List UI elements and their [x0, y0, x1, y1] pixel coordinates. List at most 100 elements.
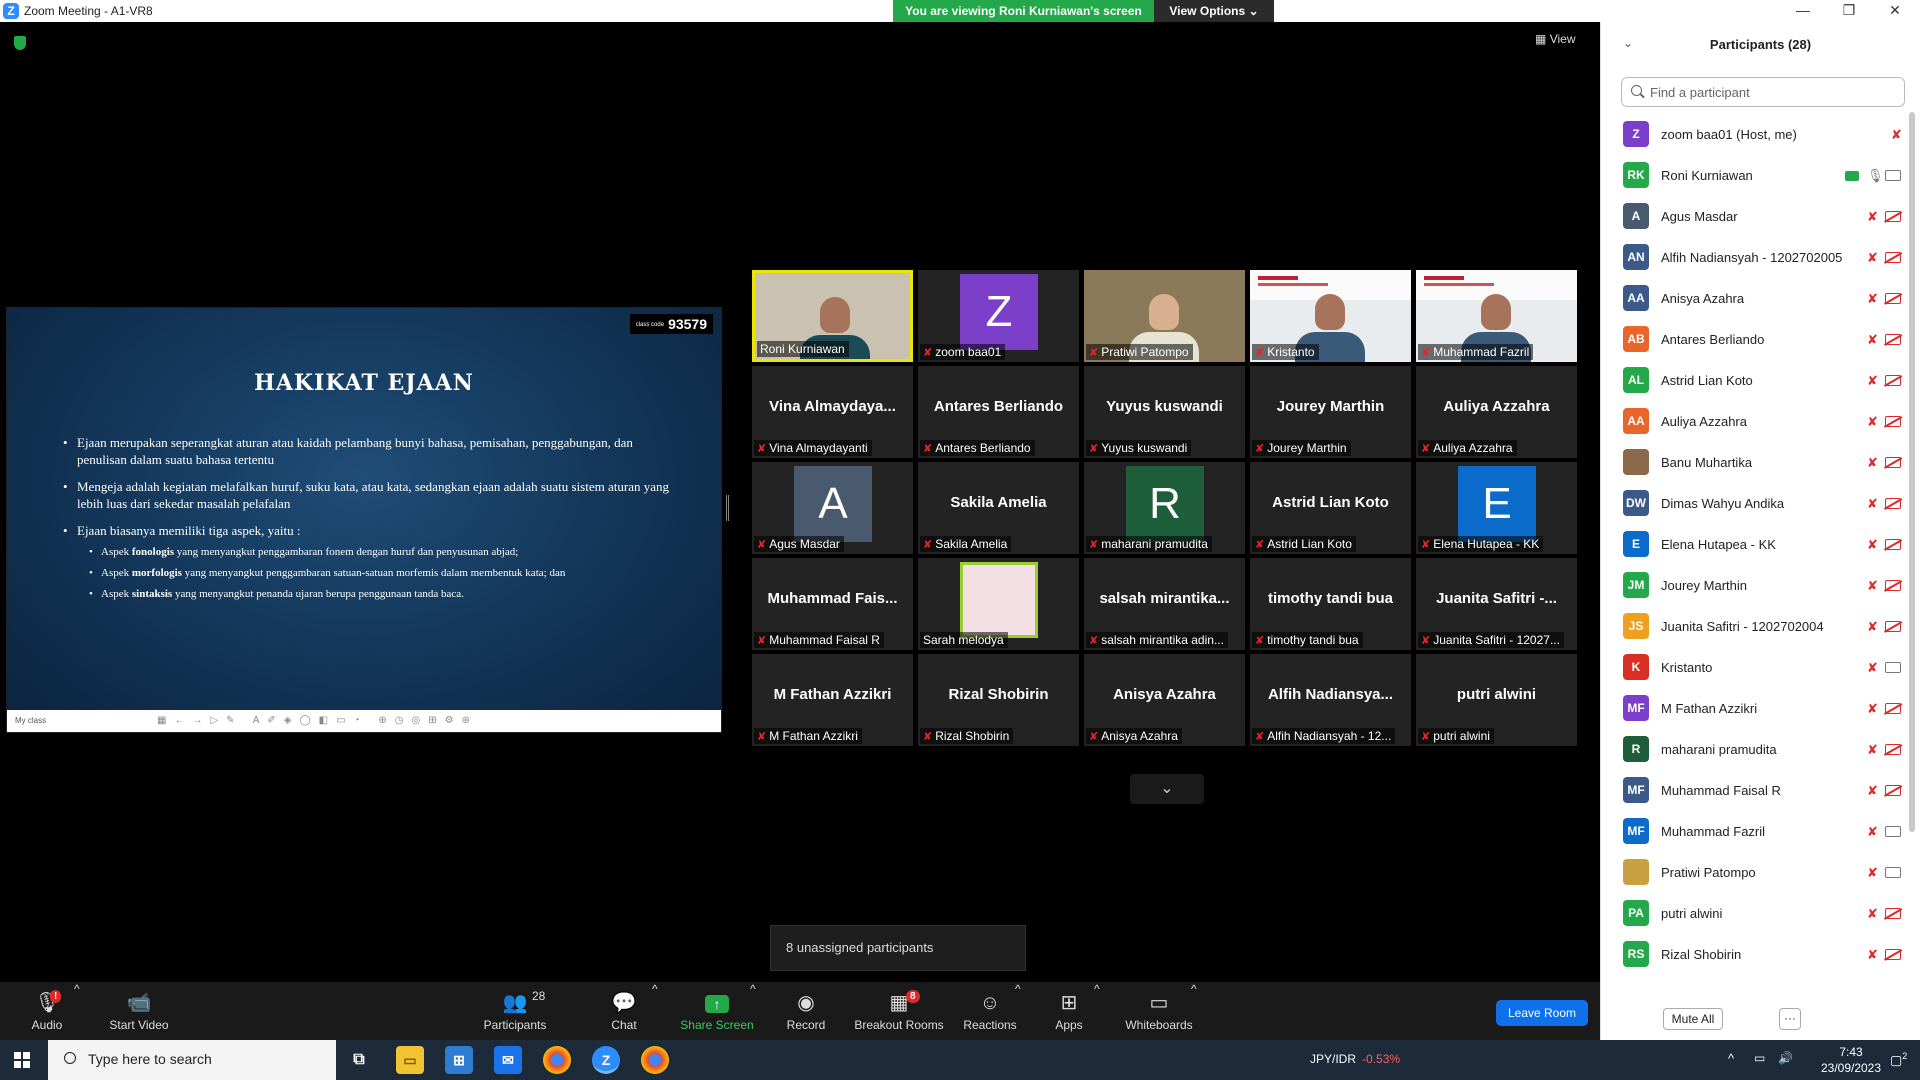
view-button[interactable]: ▦ View [1535, 32, 1575, 46]
unassigned-participants-toast[interactable]: 8 unassigned participants [770, 925, 1026, 971]
chrome-profile-icon[interactable] [641, 1046, 669, 1074]
reactions-button[interactable]: ☺ Reactions [962, 982, 1018, 1040]
apps-options-caret[interactable]: ^ [1094, 982, 1100, 1040]
view-options-button[interactable]: View Options ⌄ [1154, 0, 1274, 22]
splitter-handle[interactable] [726, 495, 729, 521]
participant-list: Zzoom baa01 (Host, me) ✘ RK Roni Kurniawan 🎙… [1601, 114, 1911, 1004]
zoom-taskbar-icon[interactable]: Z [592, 1046, 620, 1074]
participants-panel-header: ⌄ Participants (28) [1601, 22, 1920, 66]
audio-options-caret[interactable]: ^ [74, 982, 80, 1040]
chat-options-caret[interactable]: ^ [652, 982, 658, 1040]
fx-widget[interactable]: JPY/IDR -0.53% [1310, 1052, 1400, 1066]
video-tile[interactable]: Rizal Shobirin ✘ Rizal Shobirin [918, 654, 1079, 746]
participant-row[interactable]: A Agus Masdar ✘ [1601, 196, 1911, 237]
microsoft-store-icon[interactable]: ⊞ [445, 1046, 473, 1074]
start-video-button[interactable]: 📹 Start Video [104, 982, 174, 1040]
volume-icon[interactable]: 🔊 [1778, 1051, 1793, 1065]
participant-row[interactable]: Pratiwi Patompo ✘ [1601, 852, 1911, 893]
video-tile[interactable]: A ✘ Agus Masdar [752, 462, 913, 554]
chrome-icon[interactable] [543, 1046, 571, 1074]
panel-scrollbar[interactable] [1909, 112, 1915, 832]
video-tile[interactable]: Alfih Nadiansya... ✘ Alfih Nadiansyah - 12… [1250, 654, 1411, 746]
leave-room-button[interactable]: Leave Room [1496, 1000, 1588, 1026]
video-tile[interactable]: E ✘ Elena Hutapea - KK [1416, 462, 1577, 554]
participant-row[interactable]: DW Dimas Wahyu Andika ✘ [1601, 483, 1911, 524]
apps-button[interactable]: ⊞ Apps [1054, 982, 1084, 1040]
participant-row[interactable]: MF Muhammad Faisal R ✘ [1601, 770, 1911, 811]
participant-row[interactable]: E Elena Hutapea - KK ✘ [1601, 524, 1911, 565]
minimize-button[interactable]: — [1780, 0, 1826, 22]
taskbar-search-input[interactable]: Type here to search [48, 1040, 336, 1080]
shared-screen[interactable]: class code93579 HAKIKAT EJAAN Ejaan meru… [6, 307, 722, 733]
participant-row[interactable]: K Kristanto ✘ [1601, 647, 1911, 688]
annotation-tools-icons[interactable]: ▦←→▷✎ A✐◈◯◧▭◔ ⊕◷◎⊞⚙⊛ [157, 715, 478, 726]
find-participant-input[interactable]: Find a participant [1621, 77, 1905, 107]
video-tile[interactable]: Vina Almaydaya... ✘ Vina Almaydayanti [752, 366, 913, 458]
video-tile[interactable]: putri alwini ✘ putri alwini [1416, 654, 1577, 746]
video-tile[interactable]: Sarah melodya [918, 558, 1079, 650]
video-tile[interactable]: ✘ Muhammad Fazril [1416, 270, 1577, 362]
participant-row[interactable]: Rmaharani pramudita ✘ [1601, 729, 1911, 770]
video-tile[interactable]: Jourey Marthin ✘ Jourey Marthin [1250, 366, 1411, 458]
participant-row[interactable]: Zzoom baa01 (Host, me) ✘ [1601, 114, 1911, 155]
audio-button[interactable]: 🎙 ! Audio [22, 982, 72, 1040]
tray-chevron-up-icon[interactable]: ^ [1728, 1051, 1734, 1066]
file-explorer-icon[interactable]: ▭ [396, 1046, 424, 1074]
video-tile[interactable]: Muhammad Fais... ✘ Muhammad Faisal R [752, 558, 913, 650]
video-tile[interactable]: R ✘ maharani pramudita [1084, 462, 1245, 554]
share-options-caret[interactable]: ^ [750, 982, 756, 1040]
reactions-options-caret[interactable]: ^ [1015, 982, 1021, 1040]
more-options-button[interactable]: ··· [1779, 1008, 1801, 1030]
participant-row[interactable]: JM Jourey Marthin ✘ [1601, 565, 1911, 606]
participant-row[interactable]: AL Astrid Lian Koto ✘ [1601, 360, 1911, 401]
whiteboards-button[interactable]: ▭ Whiteboards [1124, 982, 1194, 1040]
video-tile[interactable]: Juanita Safitri -... ✘ Juanita Safitri - 1… [1416, 558, 1577, 650]
mic-muted-icon: ✘ [923, 539, 933, 551]
video-tile[interactable]: Sakila Amelia ✘ Sakila Amelia [918, 462, 1079, 554]
chat-button[interactable]: 💬 Chat [604, 982, 644, 1040]
network-icon[interactable]: ▭ [1754, 1051, 1765, 1065]
participant-row[interactable]: PA putri alwini ✘ [1601, 893, 1911, 934]
video-tile[interactable]: timothy tandi bua ✘ timothy tandi bua [1250, 558, 1411, 650]
mic-muted-icon: ✘ [923, 731, 933, 743]
mic-muted-icon: ✘ [1891, 126, 1902, 142]
mail-icon[interactable]: ✉ [494, 1046, 522, 1074]
clock[interactable]: 7:43 23/09/2023 [1816, 1044, 1886, 1076]
video-tile[interactable]: Z ✘ zoom baa01 [918, 270, 1079, 362]
slide-sub-bullet: Aspek fonologis yang menyangkut penggamb… [89, 545, 629, 560]
notification-icon[interactable]: ▢2 [1890, 1051, 1907, 1068]
participant-row[interactable]: AB Antares Berliando ✘ [1601, 319, 1911, 360]
video-tile[interactable]: ✘ Pratiwi Patompo [1084, 270, 1245, 362]
video-tile[interactable]: Auliya Azzahra ✘ Auliya Azzahra [1416, 366, 1577, 458]
participant-row[interactable]: Banu Muhartika ✘ [1601, 442, 1911, 483]
video-tile[interactable]: Antares Berliando ✘ Antares Berliando [918, 366, 1079, 458]
participants-button[interactable]: 👥 28 Participants [478, 982, 552, 1040]
whiteboards-options-caret[interactable]: ^ [1191, 982, 1197, 1040]
task-view-icon[interactable]: ⧉ [345, 1046, 373, 1074]
close-button[interactable]: ✕ [1872, 0, 1918, 22]
participant-row[interactable]: MF Muhammad Fazril ✘ [1601, 811, 1911, 852]
video-tile[interactable]: Roni Kurniawan [752, 270, 913, 362]
participant-row[interactable]: AA Auliya Azzahra ✘ [1601, 401, 1911, 442]
windows-start-icon[interactable] [14, 1052, 30, 1068]
participant-row[interactable]: RK Roni Kurniawan 🎙 [1601, 155, 1911, 196]
mute-all-button[interactable]: Mute All [1663, 1008, 1723, 1030]
video-tile[interactable]: salsah mirantika... ✘ salsah mirantika adi… [1084, 558, 1245, 650]
breakout-rooms-button[interactable]: ▦ 8 Breakout Rooms [854, 982, 944, 1040]
participant-row[interactable]: RS Rizal Shobirin ✘ [1601, 934, 1911, 975]
record-button[interactable]: ◉ Record [786, 982, 826, 1040]
gallery-scroll-down-button[interactable]: ⌄ [1130, 774, 1204, 804]
share-screen-button[interactable]: ↑ Share Screen [680, 982, 754, 1040]
video-tile[interactable]: Anisya Azahra ✘ Anisya Azahra [1084, 654, 1245, 746]
participant-row[interactable]: JS Juanita Safitri - 1202702004 ✘ [1601, 606, 1911, 647]
maximize-button[interactable]: ❐ [1826, 0, 1872, 22]
participant-row[interactable]: AA Anisya Azahra ✘ [1601, 278, 1911, 319]
breakout-badge: 8 [906, 990, 920, 1003]
video-tile[interactable]: M Fathan Azzikri ✘ M Fathan Azzikri [752, 654, 913, 746]
video-tile[interactable]: ✘ Kristanto [1250, 270, 1411, 362]
video-tile[interactable]: Astrid Lian Koto ✘ Astrid Lian Koto [1250, 462, 1411, 554]
video-tile[interactable]: Yuyus kuswandi ✘ Yuyus kuswandi [1084, 366, 1245, 458]
participant-row[interactable]: AN Alfih Nadiansyah - 1202702005 ✘ [1601, 237, 1911, 278]
participant-row[interactable]: MF M Fathan Azzikri ✘ [1601, 688, 1911, 729]
tile-name-label: Roni Kurniawan [757, 341, 849, 357]
